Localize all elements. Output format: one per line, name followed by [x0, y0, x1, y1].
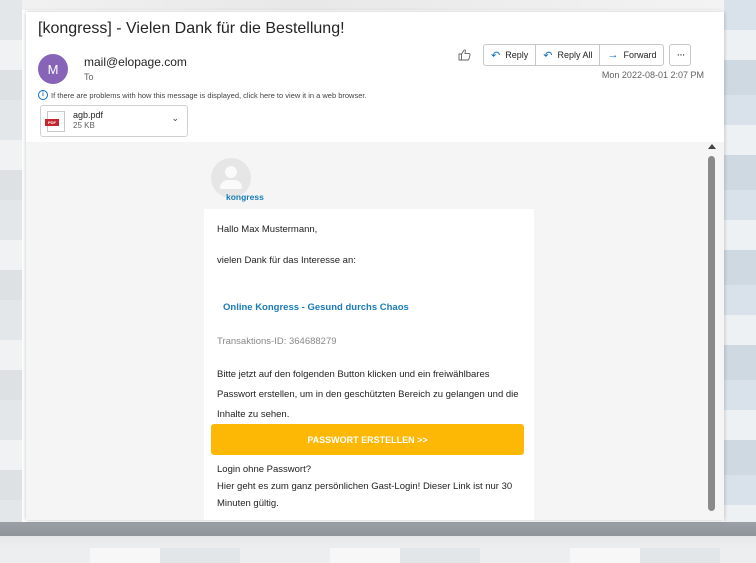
reply-label: Reply	[505, 50, 529, 60]
forward-label: Forward	[623, 50, 657, 60]
like-button[interactable]	[453, 44, 475, 66]
to-label: To	[84, 72, 94, 82]
reply-arrow-icon: ↶	[491, 49, 501, 62]
more-actions-button[interactable]: ···	[669, 44, 692, 66]
received-date: Mon 2022-08-01 2:07 PM	[601, 70, 704, 80]
greeting-text: Hallo Max Mustermann,	[217, 224, 318, 235]
message-actions: ↶ Reply ↶ Reply All → Forward ···	[453, 44, 692, 66]
intro-text: vielen Dank für das Interesse an:	[217, 255, 356, 266]
thumbs-up-icon	[458, 49, 470, 61]
forward-button[interactable]: → Forward	[600, 45, 663, 65]
attachment-size: 25 KB	[73, 121, 95, 130]
pdf-badge: PDF	[45, 119, 59, 126]
reply-all-arrow-icon: ↶	[543, 49, 553, 62]
message-body: kongress Hallo Max Mustermann, vielen Da…	[26, 142, 724, 520]
more-dots-icon: ···	[676, 49, 685, 61]
infobar-text: If there are problems with how this mess…	[51, 90, 367, 100]
scrollbar-thumb[interactable]	[708, 156, 715, 511]
chevron-down-icon[interactable]: ⌄	[171, 113, 179, 124]
background-blur-bottom-strip	[0, 548, 756, 563]
vertical-scrollbar[interactable]	[706, 144, 718, 516]
email-reading-pane: [kongress] - Vielen Dank für die Bestell…	[26, 12, 724, 520]
login-text: Hier geht es zum ganz persönlichen Gast-…	[217, 481, 513, 509]
email-content-card: Hallo Max Mustermann, vielen Dank für da…	[204, 209, 534, 520]
avatar-torso-icon	[220, 180, 242, 189]
info-icon: i	[38, 90, 48, 100]
email-subject: [kongress] - Vielen Dank für die Bestell…	[38, 20, 345, 37]
course-title-link[interactable]: Online Kongress - Gesund durchs Chaos	[223, 302, 409, 313]
background-blur-top	[0, 0, 756, 10]
sender-avatar[interactable]: M	[38, 54, 68, 84]
pdf-file-icon: PDF	[45, 111, 65, 132]
create-password-button[interactable]: PASSWORT ERSTELLEN >>	[211, 424, 524, 455]
background-blur-right	[724, 0, 756, 563]
background-blur-left	[0, 0, 22, 563]
guest-login-section: Login ohne Passwort? Hier geht es zum ga…	[217, 461, 527, 512]
transaction-id: Transaktions-ID: 364688279	[217, 336, 337, 347]
avatar-head-icon	[225, 166, 237, 178]
reply-button-group: ↶ Reply ↶ Reply All → Forward	[483, 44, 665, 66]
instruction-text: Bitte jetzt auf den folgenden Button kli…	[217, 369, 519, 420]
scroll-up-arrow-icon[interactable]	[708, 144, 716, 149]
reply-button[interactable]: ↶ Reply	[484, 45, 537, 65]
attachment-card[interactable]: PDF agb.pdf 25 KB ⌄	[40, 105, 188, 137]
reply-all-button[interactable]: ↶ Reply All	[536, 45, 601, 65]
display-problem-infobar[interactable]: i If there are problems with how this me…	[38, 90, 367, 100]
reply-all-label: Reply All	[557, 50, 593, 60]
forward-arrow-icon: →	[607, 49, 619, 61]
login-heading: Login ohne Passwort?	[217, 464, 312, 475]
brand-name-link[interactable]: kongress	[226, 192, 264, 202]
sender-address[interactable]: mail@elopage.com	[84, 55, 187, 69]
attachment-name: agb.pdf	[73, 110, 104, 120]
